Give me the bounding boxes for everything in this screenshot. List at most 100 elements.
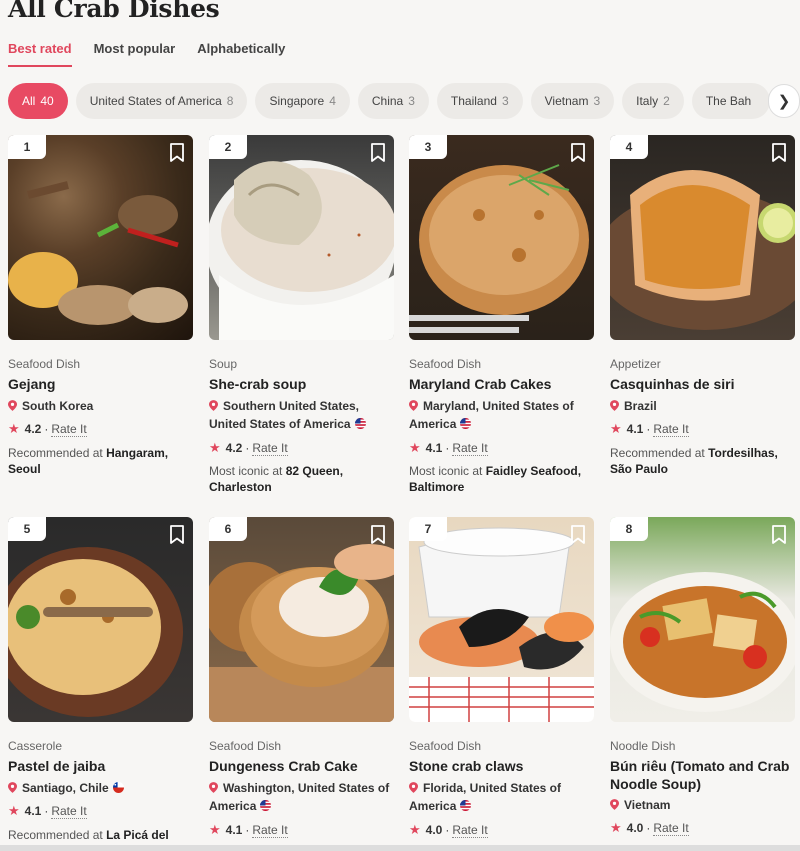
filter-chip-vietnam[interactable]: Vietnam 3 bbox=[530, 83, 615, 119]
rank-badge: 5 bbox=[8, 517, 46, 541]
rate-it-link[interactable]: Rate It bbox=[653, 821, 689, 836]
us-flag-icon bbox=[355, 418, 366, 429]
dish-name[interactable]: Gejang bbox=[8, 375, 55, 393]
dish-name[interactable]: Bún riêu (Tomato and Crab Noodle Soup) bbox=[610, 757, 796, 793]
dish-card[interactable]: 8 Noodle Dish Bún riêu (Tomato and Crab … bbox=[610, 517, 796, 836]
dish-rating: ★ 4.1 · Rate It bbox=[209, 822, 288, 838]
dish-recommendation: Recommended at Tordesilhas, São Paulo bbox=[610, 445, 790, 477]
rate-it-link[interactable]: Rate It bbox=[51, 804, 87, 819]
dish-location[interactable]: Brazil bbox=[610, 397, 796, 415]
rating-value: 4.2 bbox=[225, 441, 243, 455]
scrollbar-track[interactable] bbox=[0, 845, 800, 851]
filter-chip-usa[interactable]: United States of America 8 bbox=[75, 83, 248, 119]
star-icon: ★ bbox=[209, 440, 221, 455]
location-text: Brazil bbox=[624, 399, 657, 413]
rate-it-link[interactable]: Rate It bbox=[452, 823, 488, 838]
filter-label: All bbox=[22, 94, 36, 108]
bookmark-icon[interactable] bbox=[370, 143, 386, 163]
tab-alphabetically[interactable]: Alphabetically bbox=[197, 41, 285, 67]
dish-card[interactable]: 4 Appetizer Casquinhas de siri Brazil ★ 4… bbox=[610, 135, 796, 476]
dish-location[interactable]: Santiago, Chile bbox=[8, 779, 194, 797]
rating-value: 4.1 bbox=[24, 804, 42, 818]
dish-photo[interactable]: 3 bbox=[409, 135, 594, 340]
filter-count: 40 bbox=[40, 94, 54, 108]
rec-place-link[interactable]: La Picá del bbox=[106, 828, 169, 842]
dish-photo[interactable]: 4 bbox=[610, 135, 795, 340]
dish-location[interactable]: Maryland, United States of America bbox=[409, 397, 595, 433]
tab-best-rated[interactable]: Best rated bbox=[8, 41, 72, 67]
dish-card[interactable]: 3 Seafood Dish Maryland Crab Cakes Maryl… bbox=[409, 135, 595, 494]
bun-rieu-illustration bbox=[610, 572, 795, 712]
filter-chip-bahamas[interactable]: The Bah bbox=[691, 83, 771, 119]
bookmark-icon[interactable] bbox=[570, 525, 586, 545]
bookmark-icon[interactable] bbox=[370, 525, 386, 545]
dish-photo[interactable]: 6 bbox=[209, 517, 394, 722]
filter-label: United States of America bbox=[89, 94, 222, 108]
dish-location[interactable]: Vietnam bbox=[610, 796, 796, 814]
dish-photo[interactable]: 2 bbox=[209, 135, 394, 340]
dish-location[interactable]: South Korea bbox=[8, 397, 194, 415]
dish-location[interactable]: Florida, United States of America bbox=[409, 779, 595, 815]
dish-rating: ★ 4.0 · Rate It bbox=[610, 820, 689, 836]
dish-card[interactable]: 2 Soup She-crab soup Southern United Sta… bbox=[209, 135, 395, 494]
dish-photo[interactable]: 7 bbox=[409, 517, 594, 722]
tab-most-popular[interactable]: Most popular bbox=[94, 41, 176, 67]
rating-value: 4.1 bbox=[626, 422, 644, 436]
rate-it-link[interactable]: Rate It bbox=[653, 422, 689, 437]
dish-category: Seafood Dish bbox=[209, 739, 282, 753]
rank-badge: 2 bbox=[209, 135, 247, 159]
bookmark-icon[interactable] bbox=[570, 143, 586, 163]
dish-location[interactable]: Washington, United States of America bbox=[209, 779, 395, 815]
filter-chip-china[interactable]: China 3 bbox=[357, 83, 429, 119]
dish-recommendation: Recommended at La Picá del bbox=[8, 827, 194, 843]
location-pin-icon bbox=[610, 799, 619, 810]
filter-label: China bbox=[371, 94, 404, 108]
bookmark-icon[interactable] bbox=[169, 525, 185, 545]
rate-it-link[interactable]: Rate It bbox=[252, 441, 288, 456]
dish-name[interactable]: Stone crab claws bbox=[409, 757, 523, 775]
dish-name[interactable]: Dungeness Crab Cake bbox=[209, 757, 358, 775]
location-pin-icon bbox=[209, 400, 218, 411]
dish-name[interactable]: Casquinhas de siri bbox=[610, 375, 734, 393]
rate-it-link[interactable]: Rate It bbox=[452, 441, 488, 456]
filter-count: 3 bbox=[593, 94, 601, 108]
dish-category: Casserole bbox=[8, 739, 63, 753]
dish-name[interactable]: Pastel de jaiba bbox=[8, 757, 105, 775]
crab-cake-illustration bbox=[409, 164, 589, 333]
dish-name[interactable]: Maryland Crab Cakes bbox=[409, 375, 551, 393]
location-pin-icon bbox=[610, 400, 619, 411]
rate-it-link[interactable]: Rate It bbox=[252, 823, 288, 838]
rank-badge: 4 bbox=[610, 135, 648, 159]
star-icon: ★ bbox=[409, 440, 421, 455]
location-text: Maryland, United States of America bbox=[409, 399, 574, 431]
chevron-right-icon[interactable]: ❯ bbox=[768, 84, 800, 118]
filter-count: 2 bbox=[663, 94, 670, 108]
filter-chip-italy[interactable]: Italy 2 bbox=[622, 83, 684, 119]
dish-card[interactable]: 6 Seafood Dish Dungeness Crab Cake Washi… bbox=[209, 517, 395, 838]
dish-card[interactable]: 1 Seafood Dish Gejang South Korea ★ 4.2 · R… bbox=[8, 135, 194, 476]
bookmark-icon[interactable] bbox=[771, 143, 787, 163]
dish-category: Noodle Dish bbox=[610, 739, 676, 753]
filter-count: 8 bbox=[226, 94, 234, 108]
dish-photo[interactable]: 5 bbox=[8, 517, 193, 722]
dish-location[interactable]: Southern United States, United States of… bbox=[209, 397, 395, 433]
dish-name[interactable]: She-crab soup bbox=[209, 375, 306, 393]
filter-label: The Bah bbox=[705, 94, 752, 108]
rating-value: 4.1 bbox=[225, 823, 243, 837]
dish-photo[interactable]: 8 bbox=[610, 517, 795, 722]
dish-photo[interactable]: 1 bbox=[8, 135, 193, 340]
dish-card[interactable]: 5 Casserole Pastel de jaiba Santiago, Ch… bbox=[8, 517, 194, 842]
filter-chip-thailand[interactable]: Thailand 3 bbox=[436, 83, 523, 119]
bookmark-icon[interactable] bbox=[169, 143, 185, 163]
location-text: Washington, United States of America bbox=[209, 781, 390, 813]
rate-it-link[interactable]: Rate It bbox=[51, 422, 87, 437]
sort-tabs: Best rated Most popular Alphabetically bbox=[8, 41, 285, 67]
bookmark-icon[interactable] bbox=[771, 525, 787, 545]
page-title: All Crab Dishes bbox=[8, 0, 220, 23]
location-pin-icon bbox=[409, 400, 418, 411]
dish-category: Seafood Dish bbox=[409, 739, 482, 753]
filter-chip-singapore[interactable]: Singapore 4 bbox=[255, 83, 350, 119]
dish-card[interactable]: 7 Seafood Dish Stone crab claws Florida,… bbox=[409, 517, 595, 838]
location-pin-icon bbox=[8, 782, 17, 793]
filter-chip-all[interactable]: All 40 bbox=[8, 83, 68, 119]
